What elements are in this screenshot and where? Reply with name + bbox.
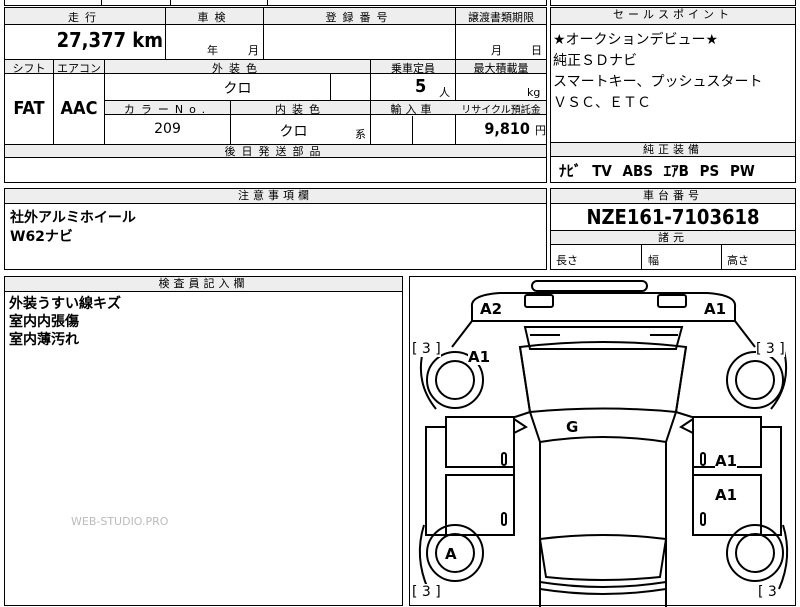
- damage-mark-windshield: G: [566, 418, 579, 436]
- tire-rating-rear-left: [ 3 ]: [412, 584, 441, 600]
- sales-points-label: セールスポイント: [551, 8, 795, 25]
- damage-mark-door-front-right: A1: [715, 452, 738, 470]
- sales-points-panel: セールスポイント ★オークションデビュー★ 純正ＳＤナビ スマートキー、プッシュ…: [550, 7, 796, 143]
- chassis-label: 車台番号: [551, 189, 795, 204]
- color-no-label: カラーNo.: [123, 103, 212, 116]
- main-info-table: 走行 車検 登録番号 譲渡書類期限 27,377 km 年 月 月 日 シフト …: [4, 7, 547, 183]
- dimensions-label: 諸元: [551, 231, 795, 245]
- equipment-panel: 純正装備 ﾅﾋﾞ TV ABS ｴｱB PS PW: [550, 142, 796, 183]
- note-line: W62ナビ: [10, 229, 73, 245]
- sales-point-line: スマートキー、プッシュスタート: [553, 74, 763, 90]
- inspector-line: 外装うすい線キズ: [9, 296, 121, 312]
- interior-color-label: 内装色: [275, 103, 326, 116]
- tire-rating-front-left: [ 3 ]: [412, 341, 441, 357]
- damage-mark-front-right: A1: [704, 300, 727, 318]
- inspection-label: 車検: [197, 11, 232, 24]
- color-no-value: 209: [154, 121, 181, 137]
- damage-mark-rear-left-wheel: A: [445, 545, 457, 563]
- later-parts-label: 後日発送部品: [224, 145, 327, 158]
- equipment-value: ﾅﾋﾞ TV ABS ｴｱB PS PW: [559, 162, 755, 180]
- interior-color-value: クロ: [279, 124, 308, 140]
- note-line: 社外アルミホイール: [10, 210, 136, 226]
- interior-color-suffix: 系: [355, 128, 366, 141]
- import-label: 輸入車: [390, 103, 436, 116]
- top-cut-row: [4, 0, 547, 6]
- damage-mark-fender-left: A1: [468, 348, 491, 366]
- notes-label: 注意事項欄: [5, 189, 546, 204]
- transfer-day-unit: 日: [531, 44, 542, 57]
- tire-rating-rear-right: [ 3: [758, 584, 777, 600]
- mileage-unit: km: [132, 28, 163, 52]
- ac-label: エアコン: [57, 62, 101, 75]
- height-label: 高さ: [727, 254, 749, 267]
- inspector-label: 検査員記入欄: [5, 277, 402, 292]
- max-load-label: 最大積載量: [473, 62, 529, 75]
- equipment-label: 純正装備: [551, 143, 795, 157]
- registration-label: 登録番号: [325, 11, 394, 24]
- inspector-line: 室内薄汚れ: [9, 332, 79, 348]
- chassis-panel: 車台番号 NZE161-7103618 諸元 長さ 幅 高さ: [550, 188, 796, 270]
- inspector-panel: 検査員記入欄 外装うすい線キズ 室内内張傷 室内薄汚れ WEB-STUDIO.P…: [4, 276, 403, 606]
- mileage-label: 走行: [68, 11, 102, 24]
- mileage-value: 27,377: [56, 28, 127, 52]
- transfer-month-unit: 月: [491, 44, 502, 57]
- width-label: 幅: [648, 254, 659, 267]
- inspector-line: 室内内張傷: [9, 314, 79, 330]
- notes-panel: 注意事項欄 社外アルミホイール W62ナビ: [4, 188, 547, 270]
- damage-mark-front-left: A2: [480, 300, 503, 318]
- chassis-value: NZE161-7103618: [586, 205, 760, 229]
- tire-rating-front-right: [ 3 ]: [756, 341, 785, 357]
- shift-value: FAT: [13, 98, 45, 119]
- sales-point-line: 純正ＳＤナビ: [553, 53, 637, 69]
- car-condition-diagram: A2 A1 A1 G A1 A1 A [ 3 ] [ 3 ] [ 3 ] [ 3: [409, 276, 796, 607]
- capacity-unit: 人: [439, 86, 450, 99]
- top-cut-right: [550, 0, 796, 6]
- recycle-label: リサイクル預託金: [461, 105, 541, 116]
- recycle-unit: 円: [535, 124, 546, 137]
- damage-mark-door-rear-right: A1: [715, 486, 738, 504]
- car-outline-diagram: [418, 280, 789, 607]
- recycle-value: 9,810: [484, 119, 530, 138]
- sales-point-line: ＶＳＣ、ＥＴＣ: [553, 95, 651, 111]
- watermark: WEB-STUDIO.PRO: [71, 515, 169, 528]
- inspection-year-unit: 年: [207, 44, 218, 57]
- shift-label: シフト: [12, 62, 46, 75]
- transfer-label: 譲渡書類期限: [468, 11, 534, 24]
- capacity-label: 乗車定員: [391, 62, 435, 75]
- ac-value: AAC: [60, 98, 98, 119]
- capacity-value: 5: [415, 76, 427, 97]
- inspection-month-unit: 月: [248, 44, 259, 57]
- sales-point-line: ★オークションデビュー★: [553, 32, 719, 48]
- length-label: 長さ: [556, 254, 578, 267]
- max-load-unit: kg: [527, 86, 541, 99]
